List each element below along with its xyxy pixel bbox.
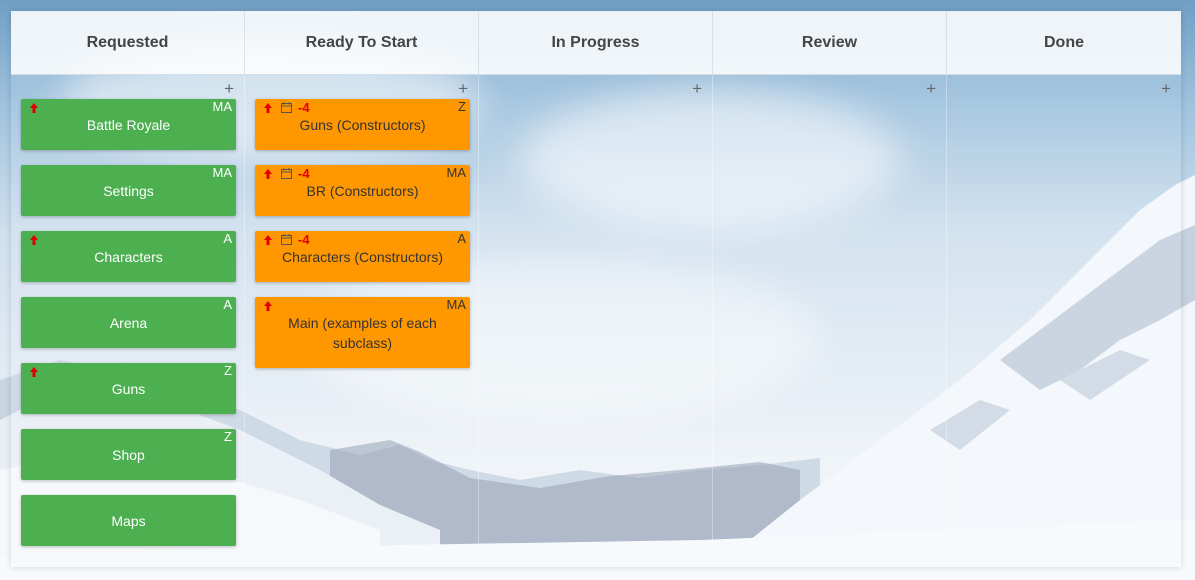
calendar-icon (281, 102, 292, 113)
board-header: Requested Ready To Start In Progress Rev… (11, 11, 1181, 75)
card-title: Main (examples of each subclass) (288, 314, 437, 351)
assignee-initials: Z (224, 363, 232, 378)
priority-arrow-up-icon (264, 301, 272, 311)
priority-arrow-up-icon (30, 367, 38, 377)
assignee-initials: A (223, 297, 232, 312)
assignee-initials: A (223, 231, 232, 246)
task-card[interactable]: A Arena (21, 297, 236, 348)
card-title: Guns (111, 380, 146, 397)
task-card[interactable]: Z Shop (21, 429, 236, 480)
priority-arrow-up-icon (264, 169, 272, 179)
task-card[interactable]: -4 MA BR (Constructors) (255, 165, 470, 216)
priority-arrow-up-icon (264, 235, 272, 245)
task-card[interactable]: MA Main (examples of each subclass) (255, 297, 470, 368)
task-card[interactable]: MA Battle Royale (21, 99, 236, 150)
add-card-button[interactable]: + (692, 80, 702, 98)
task-card[interactable]: A Characters (21, 231, 236, 282)
task-card[interactable]: Maps (21, 495, 236, 546)
task-card[interactable]: -4 A Characters (Constructors) (255, 231, 470, 282)
column-ready-to-start: + -4 Z Guns (Constructors) -4 MA BR (Construc… (245, 75, 479, 567)
due-days-overdue: -4 (298, 166, 310, 181)
calendar-icon (281, 168, 292, 179)
card-title: Shop (112, 446, 145, 463)
card-title: Settings (103, 182, 154, 199)
add-card-button[interactable]: + (1161, 80, 1171, 98)
priority-arrow-up-icon (30, 235, 38, 245)
task-card[interactable]: Z Guns (21, 363, 236, 414)
column-title-review[interactable]: Review (713, 11, 947, 74)
due-days-overdue: -4 (298, 100, 310, 115)
calendar-icon (281, 234, 292, 245)
card-title: Characters (94, 248, 163, 265)
card-title: Battle Royale (86, 116, 171, 133)
card-title: Arena (109, 314, 148, 331)
priority-arrow-up-icon (264, 103, 272, 113)
task-card[interactable]: MA Settings (21, 165, 236, 216)
assignee-initials: MA (212, 165, 233, 180)
column-title-done[interactable]: Done (947, 11, 1181, 74)
assignee-initials: MA (212, 99, 233, 114)
column-done: + (947, 75, 1181, 567)
column-review: + (713, 75, 947, 567)
column-title-requested[interactable]: Requested (11, 11, 245, 74)
column-title-ready-to-start[interactable]: Ready To Start (245, 11, 479, 74)
add-card-button[interactable]: + (224, 80, 234, 98)
assignee-initials: MA (446, 165, 467, 180)
assignee-initials: Z (458, 99, 466, 114)
add-card-button[interactable]: + (458, 80, 468, 98)
assignee-initials: A (457, 231, 466, 246)
column-requested: + MA Battle Royale MA Settings A Characters A A… (11, 75, 245, 567)
assignee-initials: MA (446, 297, 467, 312)
column-in-progress: + (479, 75, 713, 567)
assignee-initials: Z (224, 429, 232, 444)
card-title: BR (Constructors) (306, 182, 419, 199)
due-days-overdue: -4 (298, 232, 310, 247)
card-title: Maps (111, 512, 146, 529)
add-card-button[interactable]: + (926, 80, 936, 98)
card-title: Characters (Constructors) (281, 248, 444, 265)
column-title-in-progress[interactable]: In Progress (479, 11, 713, 74)
card-title: Guns (Constructors) (299, 116, 426, 133)
task-card[interactable]: -4 Z Guns (Constructors) (255, 99, 470, 150)
priority-arrow-up-icon (30, 103, 38, 113)
kanban-board: Requested Ready To Start In Progress Rev… (11, 11, 1181, 567)
